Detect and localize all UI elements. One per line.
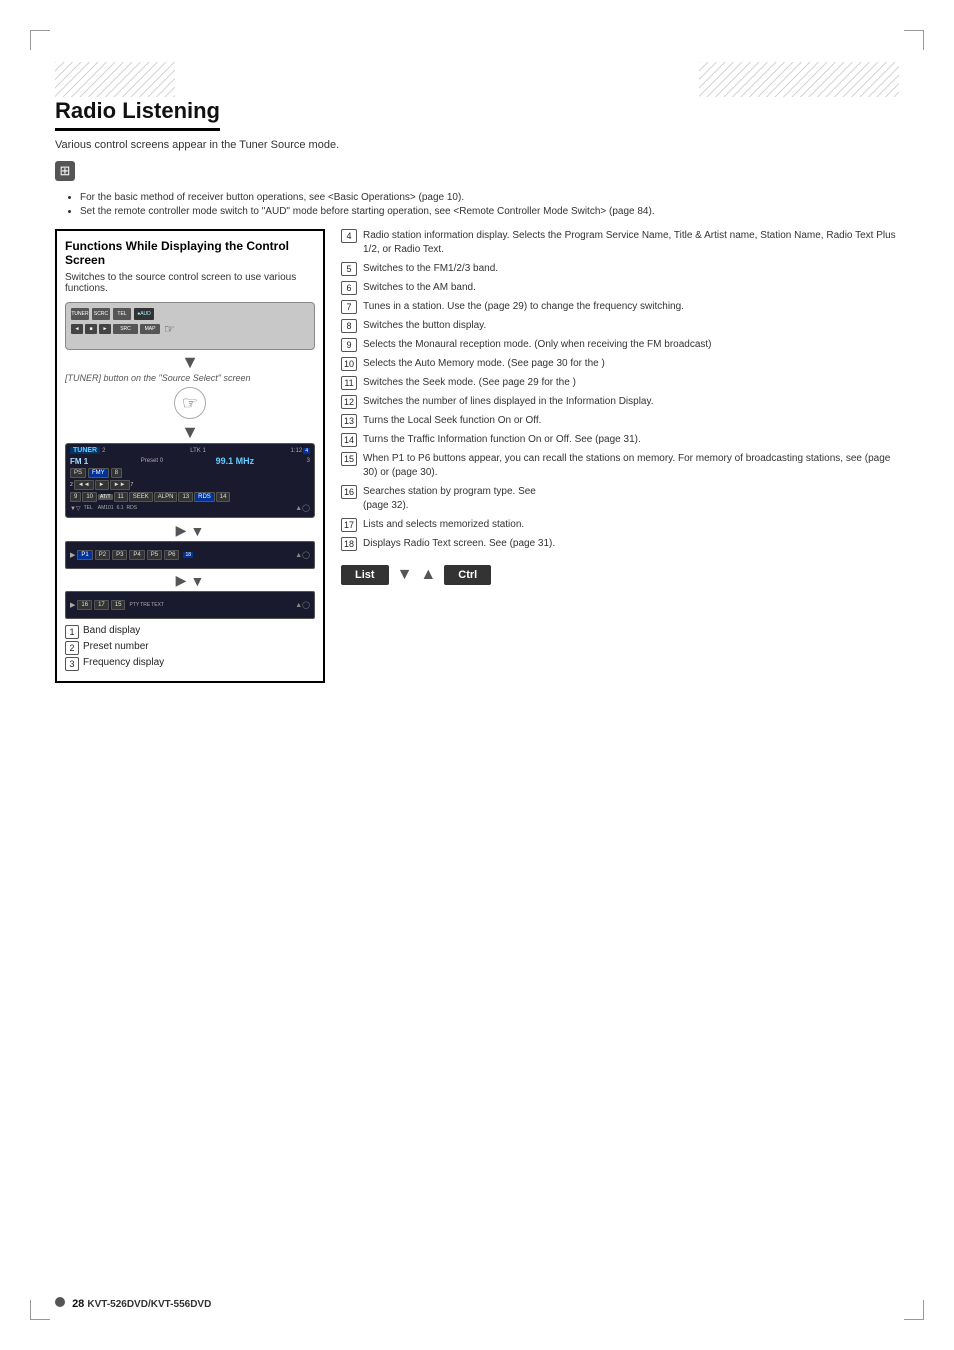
right-text-11: Switches the Seek mode. (See page 29 for… bbox=[363, 376, 899, 390]
right-item-13: 13 Turns the Local Seek function On or O… bbox=[341, 414, 899, 428]
right-text-9: Selects the Monaural reception mode. (On… bbox=[363, 338, 899, 352]
nav-arrow-up: ▲ bbox=[420, 566, 436, 584]
label-num-2: 2 bbox=[65, 641, 79, 655]
note-item-1: For the basic method of receiver button … bbox=[80, 192, 899, 203]
right-text-5: Switches to the FM1/2/3 band. bbox=[363, 262, 899, 276]
control-box-title: Functions While Displaying the Control S… bbox=[65, 239, 315, 267]
right-num-18: 18 bbox=[341, 537, 357, 551]
right-text-16: Searches station by program type. See (p… bbox=[363, 485, 899, 513]
right-num-11: 11 bbox=[341, 376, 357, 390]
right-item-9: 9 Selects the Monaural reception mode. (… bbox=[341, 338, 899, 352]
right-item-15: 15 When P1 to P6 buttons appear, you can… bbox=[341, 452, 899, 480]
right-text-17: Lists and selects memorized station. bbox=[363, 518, 899, 532]
right-num-15: 15 bbox=[341, 452, 357, 466]
control-box-subtitle: Switches to the source control screen to… bbox=[65, 272, 315, 294]
page-number-area: 28 KVT-526DVD/KVT-556DVD bbox=[55, 1297, 211, 1310]
right-num-12: 12 bbox=[341, 395, 357, 409]
right-num-5: 5 bbox=[341, 262, 357, 276]
note-icon: ⊞ bbox=[55, 161, 75, 181]
arrow-right-down-1: ▶ ▼ bbox=[65, 522, 315, 539]
right-text-10: Selects the Auto Memory mode. (See page … bbox=[363, 357, 899, 371]
corner-mark-bl bbox=[30, 1300, 50, 1320]
right-text-18: Displays Radio Text screen. See (page 31… bbox=[363, 537, 899, 551]
right-item-18: 18 Displays Radio Text screen. See (page… bbox=[341, 537, 899, 551]
note-item-2: Set the remote controller mode switch to… bbox=[80, 206, 899, 217]
right-item-10: 10 Selects the Auto Memory mode. (See pa… bbox=[341, 357, 899, 371]
right-text-7: Tunes in a station. Use the (page 29) to… bbox=[363, 300, 899, 314]
label-num-3: 3 bbox=[65, 657, 79, 671]
arrow-right-down-2: ▶ ▼ bbox=[65, 572, 315, 589]
right-num-7: 7 bbox=[341, 300, 357, 314]
model-name: KVT-526DVD/KVT-556DVD bbox=[87, 1299, 211, 1310]
label-num-1: 1 bbox=[65, 625, 79, 639]
page-dot bbox=[55, 1297, 65, 1307]
right-num-14: 14 bbox=[341, 433, 357, 447]
arrow-down-2: ▼ bbox=[65, 423, 315, 441]
right-text-12: Switches the number of lines displayed i… bbox=[363, 395, 899, 409]
preset-screen: ▶ P1 P2 P3 P4 P5 P6 18 ▲◯ bbox=[65, 541, 315, 569]
ctrl-button[interactable]: Ctrl bbox=[444, 565, 491, 585]
corner-mark-br bbox=[904, 1300, 924, 1320]
right-item-4: 4 Radio station information display. Sel… bbox=[341, 229, 899, 257]
pty-screen: ▶ 16 17 15 PTY TRE TEXT ▲◯ bbox=[65, 591, 315, 619]
right-items-list: 4 Radio station information display. Sel… bbox=[341, 229, 899, 551]
notes-list: For the basic method of receiver button … bbox=[65, 192, 899, 217]
corner-mark-tr bbox=[904, 30, 924, 50]
right-num-4: 4 bbox=[341, 229, 357, 243]
right-text-15: When P1 to P6 buttons appear, you can re… bbox=[363, 452, 899, 480]
right-num-8: 8 bbox=[341, 319, 357, 333]
right-text-4: Radio station information display. Selec… bbox=[363, 229, 899, 257]
control-box: Functions While Displaying the Control S… bbox=[55, 229, 325, 683]
nav-arrow-down: ▼ bbox=[397, 566, 413, 584]
right-item-17: 17 Lists and selects memorized station. bbox=[341, 518, 899, 532]
right-text-6: Switches to the AM band. bbox=[363, 281, 899, 295]
screen-labels: 1 Band display 2 Preset number 3 Frequen… bbox=[65, 625, 315, 671]
page-num: 28 bbox=[72, 1298, 84, 1310]
right-column: 4 Radio station information display. Sel… bbox=[341, 229, 899, 695]
source-select-label: [TUNER] button on the "Source Select" sc… bbox=[65, 373, 315, 383]
page-subtitle: Various control screens appear in the Tu… bbox=[55, 139, 899, 151]
right-item-16: 16 Searches station by program type. See… bbox=[341, 485, 899, 513]
right-num-9: 9 bbox=[341, 338, 357, 352]
device-top-screen: TUNER SCRC TEL ●AUD ◄ ■ ► SRC MAP ☞ bbox=[65, 302, 315, 350]
right-item-5: 5 Switches to the FM1/2/3 band. bbox=[341, 262, 899, 276]
right-num-16: 16 bbox=[341, 485, 357, 499]
left-column: Functions While Displaying the Control S… bbox=[55, 229, 325, 695]
hand-pointer-area: ☞ bbox=[65, 387, 315, 419]
right-num-6: 6 bbox=[341, 281, 357, 295]
right-item-8: 8 Switches the button display. bbox=[341, 319, 899, 333]
right-num-10: 10 bbox=[341, 357, 357, 371]
label-text-1: Band display bbox=[83, 625, 140, 636]
list-button[interactable]: List bbox=[341, 565, 389, 585]
right-text-14: Turns the Traffic Information function O… bbox=[363, 433, 899, 447]
right-num-17: 17 bbox=[341, 518, 357, 532]
arrow-down-1: ▼ bbox=[65, 353, 315, 371]
corner-mark-tl bbox=[30, 30, 50, 50]
tuner-main-screen: TUNER 2 LTK 1 1:12 4 FM 1 Preset 0 99.1 … bbox=[65, 443, 315, 518]
right-item-11: 11 Switches the Seek mode. (See page 29 … bbox=[341, 376, 899, 390]
label-text-3: Frequency display bbox=[83, 657, 164, 668]
label-text-2: Preset number bbox=[83, 641, 149, 652]
right-text-8: Switches the button display. bbox=[363, 319, 899, 333]
bottom-nav: List ▼ ▲ Ctrl bbox=[341, 559, 899, 585]
right-item-6: 6 Switches to the AM band. bbox=[341, 281, 899, 295]
right-num-13: 13 bbox=[341, 414, 357, 428]
page-title: Radio Listening bbox=[55, 98, 220, 131]
right-item-14: 14 Turns the Traffic Information functio… bbox=[341, 433, 899, 447]
right-item-7: 7 Tunes in a station. Use the (page 29) … bbox=[341, 300, 899, 314]
right-text-13: Turns the Local Seek function On or Off. bbox=[363, 414, 899, 428]
right-item-12: 12 Switches the number of lines displaye… bbox=[341, 395, 899, 409]
